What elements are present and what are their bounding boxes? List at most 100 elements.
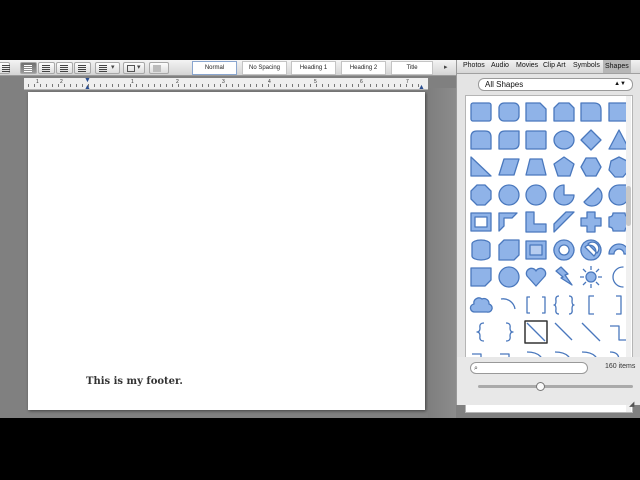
- styles-scroll-icon[interactable]: ▸: [444, 63, 448, 71]
- ruler-tick: [208, 84, 209, 87]
- shape-chord[interactable]: [579, 183, 603, 207]
- thumbnail-size-slider[interactable]: [478, 382, 633, 391]
- ruler-tick: [52, 84, 53, 87]
- align-right-button[interactable]: [56, 62, 73, 74]
- ruler-tick: [262, 84, 263, 87]
- ruler-tick: [178, 84, 179, 87]
- justify-button[interactable]: [74, 62, 91, 74]
- shape-round-diagonal-rectangle[interactable]: [497, 128, 521, 152]
- shape-heart[interactable]: [524, 265, 548, 289]
- shape-left-brace[interactable]: [469, 320, 493, 344]
- ruler-tick: [154, 84, 155, 87]
- media-browser-panel: Photos Audio Movies Clip Art Symbols Sha…: [456, 60, 640, 413]
- ruler-tick: [46, 84, 47, 87]
- ruler-tick: [298, 84, 299, 87]
- shape-no-symbol[interactable]: [579, 238, 603, 262]
- shape-pentagon[interactable]: [552, 155, 576, 179]
- shape-pie[interactable]: [552, 183, 576, 207]
- shape-right-brace[interactable]: [497, 320, 521, 344]
- shape-sun[interactable]: [579, 265, 603, 289]
- shape-smiley-face[interactable]: [497, 265, 521, 289]
- ruler-tick: [190, 84, 191, 87]
- ruler-tick: [418, 84, 419, 87]
- horizontal-ruler[interactable]: ▼ ▲ 1 2 1 2 3 4 5 6 7 ▲: [24, 77, 428, 91]
- ruler-tick: [64, 84, 65, 87]
- slider-knob[interactable]: [536, 382, 545, 391]
- shape-cube[interactable]: [497, 238, 521, 262]
- shape-snip-corner-rectangle[interactable]: [524, 100, 548, 124]
- gallery-scroll-thumb[interactable]: [626, 186, 631, 226]
- shape-bevel[interactable]: [524, 238, 548, 262]
- shape-dodecagon[interactable]: [524, 183, 548, 207]
- shape-octagon[interactable]: [469, 183, 493, 207]
- shape-diagonal-stripe[interactable]: [552, 210, 576, 234]
- shape-double-bracket[interactable]: [524, 293, 548, 317]
- shape-round-corner-rectangle[interactable]: [579, 100, 603, 124]
- ruler-tick: [124, 84, 125, 87]
- shape-l-shape[interactable]: [524, 210, 548, 234]
- shape-parallelogram[interactable]: [497, 155, 521, 179]
- shape-lightning-bolt[interactable]: [552, 265, 576, 289]
- tab-photos[interactable]: Photos: [463, 62, 485, 69]
- shape-rectangle-alt[interactable]: [524, 128, 548, 152]
- shape-half-frame[interactable]: [497, 210, 521, 234]
- line-spacing-button[interactable]: ▾: [95, 62, 120, 74]
- ruler-tick: [358, 84, 359, 87]
- ruler-number: 1: [131, 79, 134, 85]
- word-window: ▾ ▾ Normal No Spacing Heading 1 Heading …: [0, 60, 640, 418]
- shape-rectangle[interactable]: [469, 100, 493, 124]
- style-no-spacing[interactable]: No Spacing: [242, 61, 287, 75]
- shape-folded-corner[interactable]: [469, 265, 493, 289]
- shape-frame[interactable]: [469, 210, 493, 234]
- shape-left-bracket[interactable]: [579, 293, 603, 317]
- first-line-indent-marker[interactable]: ▼: [84, 77, 91, 84]
- style-heading-1[interactable]: Heading 1: [291, 61, 336, 75]
- ruler-tick: [346, 84, 347, 87]
- shape-round-same-side-rectangle[interactable]: [469, 128, 493, 152]
- shape-diamond[interactable]: [579, 128, 603, 152]
- shape-line-arrow[interactable]: [552, 320, 576, 344]
- shape-oval[interactable]: [552, 128, 576, 152]
- resize-grip-icon[interactable]: ◢: [629, 400, 637, 408]
- right-indent-marker[interactable]: ▲: [418, 84, 425, 91]
- toolbar-overflow-button[interactable]: [0, 62, 10, 74]
- style-heading-2[interactable]: Heading 2: [341, 61, 386, 75]
- shape-cross[interactable]: [579, 210, 603, 234]
- ruler-tick: [280, 84, 281, 87]
- shape-category-select[interactable]: All Shapes ▲▼: [478, 78, 633, 91]
- align-left-button[interactable]: [20, 62, 37, 74]
- ruler-tick: [70, 84, 71, 87]
- shape-double-brace[interactable]: [552, 293, 576, 317]
- style-title[interactable]: Title: [391, 61, 433, 75]
- tab-clip-art[interactable]: Clip Art: [543, 62, 566, 69]
- ruler-tick: [340, 84, 341, 87]
- shape-arc[interactable]: [497, 293, 521, 317]
- shading-button[interactable]: [149, 62, 169, 74]
- style-normal[interactable]: Normal: [192, 61, 237, 75]
- shape-rounded-rectangle[interactable]: [497, 100, 521, 124]
- shapes-search-input[interactable]: ⌕: [470, 362, 588, 374]
- shape-donut[interactable]: [552, 238, 576, 262]
- tab-symbols[interactable]: Symbols: [573, 62, 600, 69]
- shape-can[interactable]: [469, 238, 493, 262]
- tab-audio[interactable]: Audio: [491, 62, 509, 69]
- shape-hexagon[interactable]: [579, 155, 603, 179]
- shape-cloud[interactable]: [469, 293, 493, 317]
- shape-decagon[interactable]: [497, 183, 521, 207]
- ruler-tick: [250, 84, 251, 87]
- ruler-tick: [220, 84, 221, 87]
- document-page[interactable]: This is my footer.: [28, 92, 425, 410]
- tab-shapes[interactable]: Shapes: [603, 60, 631, 73]
- shape-snip-two-corner-rectangle[interactable]: [552, 100, 576, 124]
- shape-right-triangle[interactable]: [469, 155, 493, 179]
- formatting-toolbar: ▾ ▾ Normal No Spacing Heading 1 Heading …: [0, 60, 456, 76]
- chevron-down-icon: ▾: [111, 64, 115, 71]
- shape-line-double-arrow[interactable]: [579, 320, 603, 344]
- borders-button[interactable]: ▾: [123, 62, 145, 74]
- shape-trapezoid[interactable]: [524, 155, 548, 179]
- align-center-button[interactable]: [38, 62, 55, 74]
- footer-text[interactable]: This is my footer.: [86, 376, 183, 387]
- shape-line[interactable]: [524, 320, 548, 344]
- tab-movies[interactable]: Movies: [516, 62, 538, 69]
- item-count: 160 items: [605, 363, 636, 370]
